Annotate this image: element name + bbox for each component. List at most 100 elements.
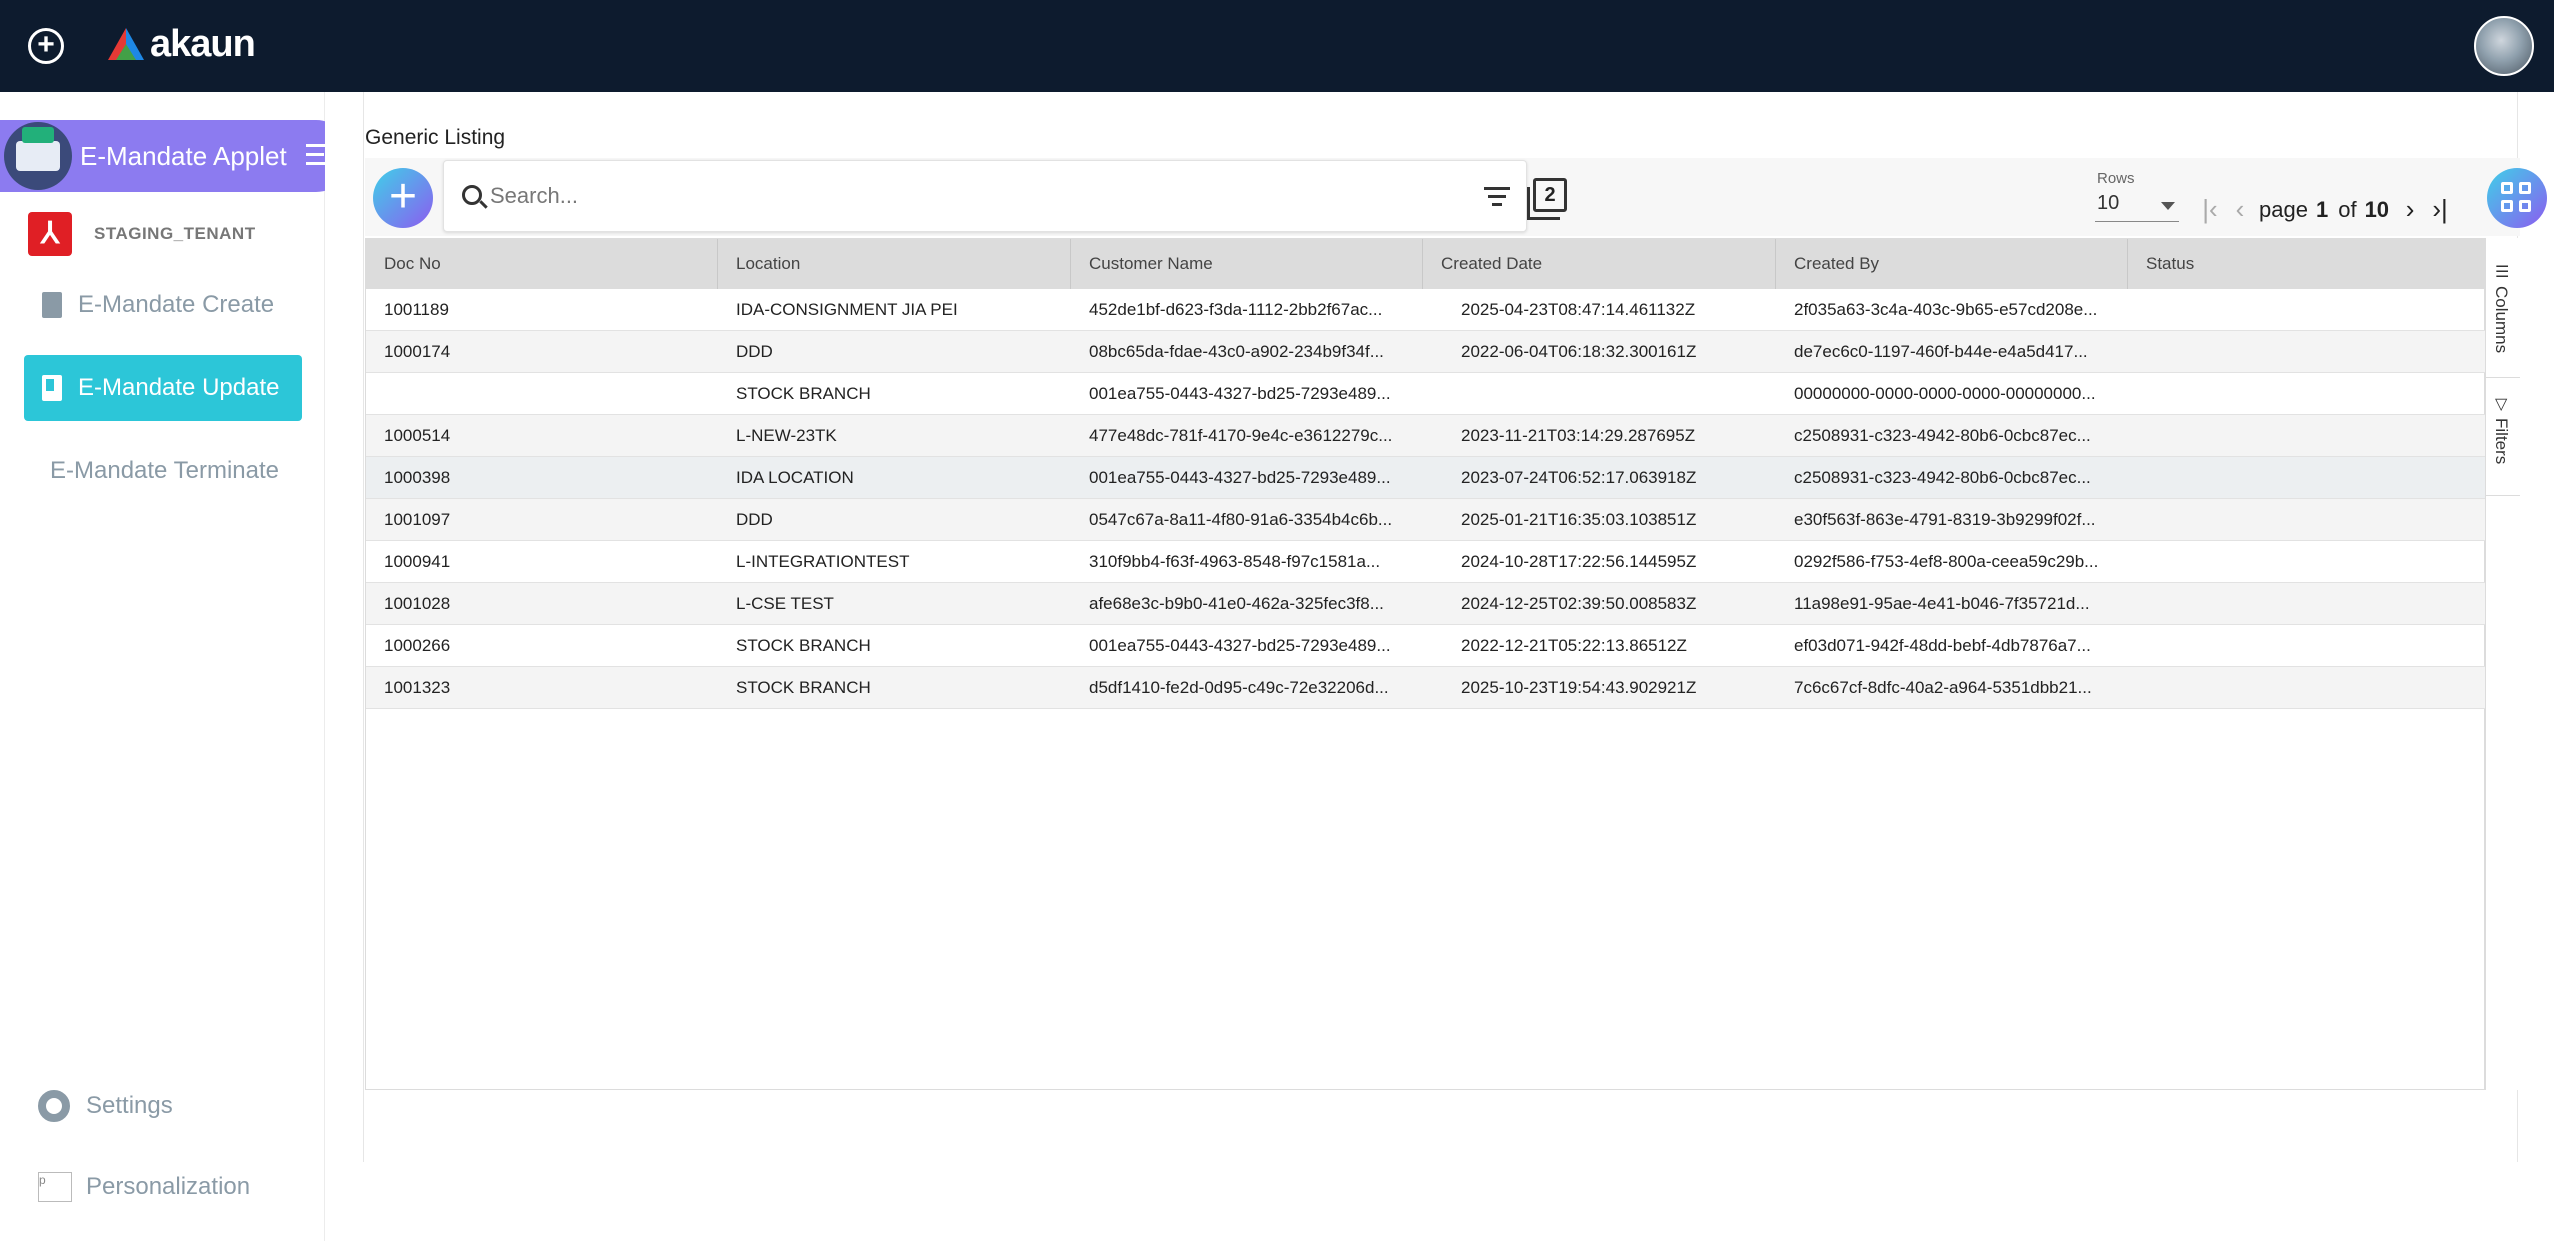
- next-page-icon[interactable]: ›: [2395, 194, 2425, 225]
- applet-icon: [4, 122, 72, 190]
- tenant-selector[interactable]: ⅄ STAGING_TENANT: [28, 212, 256, 256]
- table-cell: 1001028: [384, 594, 451, 613]
- applet-title: E-Mandate Applet: [80, 140, 287, 171]
- filter-icon[interactable]: [1484, 187, 1510, 207]
- side-panel-tabs: ☰ Columns ▽ Filters: [2485, 238, 2520, 1090]
- table-cell: 2022-06-04T06:18:32.300161Z: [1461, 342, 1697, 361]
- first-page-icon[interactable]: |‹: [2195, 194, 2225, 225]
- search-icon: [462, 185, 482, 205]
- table-cell: [2128, 583, 2486, 625]
- table-header: Doc No Location Customer Name Created Date C…: [366, 239, 2486, 289]
- total-pages: 10: [2364, 196, 2390, 222]
- sidebar-item-label: E-Mandate Create: [78, 291, 275, 318]
- table-row[interactable]: 1000174 DDD 08bc65da-fdae-43c0-a902-234b9f…: [366, 331, 2486, 373]
- sidebar-item-emandate-terminate[interactable]: E-Mandate Terminate: [24, 438, 302, 504]
- column-header[interactable]: Created By: [1776, 239, 2128, 289]
- table-row[interactable]: 1001323 STOCK BRANCH d5df1410-fe2d-0d95-c4…: [366, 667, 2486, 709]
- personalization-link[interactable]: p Personalization: [38, 1172, 250, 1202]
- akaun-logo[interactable]: akaun: [106, 22, 256, 66]
- table-cell: STOCK BRANCH: [736, 678, 871, 697]
- tab-filters-label: Filters: [2492, 418, 2511, 465]
- table-cell: c2508931-c323-4942-80b6-0cbc87ec...: [1794, 468, 2091, 487]
- applet-header: E-Mandate Applet: [0, 120, 352, 192]
- column-header[interactable]: Location: [718, 239, 1071, 289]
- table-cell: [2128, 373, 2486, 415]
- table-cell: 2022-12-21T05:22:13.86512Z: [1461, 636, 1687, 655]
- table-cell: 1000941: [384, 552, 451, 571]
- column-header[interactable]: Customer Name: [1071, 239, 1423, 289]
- logo-text: akaun: [150, 22, 256, 65]
- table-cell: [2128, 667, 2486, 709]
- pagination: |‹ ‹ page 1 of 10 › ›|: [2195, 194, 2455, 225]
- data-table: Doc No Location Customer Name Created Date C…: [365, 238, 2486, 1090]
- table-cell: de7ec6c0-1197-460f-b44e-e4a5d417...: [1794, 342, 2088, 361]
- table-row[interactable]: 1001097 DDD 0547c67a-8a11-4f80-91a6-3354b4…: [366, 499, 2486, 541]
- table-cell: DDD: [736, 342, 773, 361]
- table-cell: 1000266: [384, 636, 451, 655]
- table-cell: [1423, 373, 1776, 415]
- table-cell: L-NEW-23TK: [736, 426, 837, 445]
- add-circle-icon[interactable]: +: [28, 28, 64, 64]
- table-row[interactable]: 1001028 L-CSE TEST afe68e3c-b9b0-41e0-462a…: [366, 583, 2486, 625]
- table-cell: 1001189: [384, 300, 449, 319]
- copy-count-icon[interactable]: 2: [1527, 178, 1567, 220]
- table-cell: 1001097: [384, 510, 451, 529]
- grid-view-button[interactable]: [2487, 168, 2547, 228]
- table-row[interactable]: 1000941 L-INTEGRATIONTEST 310f9bb4-f63f-49…: [366, 541, 2486, 583]
- table-cell: c2508931-c323-4942-80b6-0cbc87ec...: [1794, 426, 2091, 445]
- table-cell: 2024-12-25T02:39:50.008583Z: [1461, 594, 1697, 613]
- user-avatar[interactable]: [2474, 16, 2534, 76]
- column-header[interactable]: Status: [2128, 239, 2486, 289]
- table-cell: 1001323: [384, 678, 451, 697]
- search-box: [443, 160, 1527, 232]
- table-cell: 001ea755-0443-4327-bd25-7293e489...: [1089, 384, 1391, 403]
- table-row[interactable]: 1001189 IDA-CONSIGNMENT JIA PEI 452de1bf-d…: [366, 289, 2486, 331]
- document-icon: [42, 375, 62, 401]
- table-cell: 2023-07-24T06:52:17.063918Z: [1461, 468, 1697, 487]
- table-cell: 1000514: [384, 426, 451, 445]
- page-word: page: [2259, 196, 2308, 222]
- table-cell: L-CSE TEST: [736, 594, 834, 613]
- table-cell: 001ea755-0443-4327-bd25-7293e489...: [1089, 636, 1391, 655]
- columns-icon: ☰: [2495, 264, 2510, 281]
- table-cell: STOCK BRANCH: [736, 384, 871, 403]
- filter-funnel-icon: ▽: [2495, 396, 2508, 413]
- sidebar-item-emandate-update[interactable]: E-Mandate Update: [24, 355, 302, 421]
- table-cell: d5df1410-fe2d-0d95-c49c-72e32206d...: [1089, 678, 1389, 697]
- tab-columns[interactable]: ☰ Columns: [2486, 258, 2520, 378]
- table-cell: 2024-10-28T17:22:56.144595Z: [1461, 552, 1697, 571]
- table-cell: 1000174: [384, 342, 451, 361]
- tenant-logo-icon: ⅄: [28, 212, 72, 256]
- tab-filters[interactable]: ▽ Filters: [2486, 388, 2520, 496]
- copy-count: 2: [1544, 184, 1556, 206]
- sidebar-item-label: E-Mandate Terminate: [50, 457, 280, 484]
- table-cell: 1000398: [384, 468, 451, 487]
- column-header[interactable]: Created Date: [1423, 239, 1776, 289]
- table-cell: [2128, 415, 2486, 457]
- sidebar-item-label: E-Mandate Update: [78, 374, 280, 401]
- table-row[interactable]: 1000266 STOCK BRANCH 001ea755-0443-4327-bd…: [366, 625, 2486, 667]
- sidebar-item-emandate-create[interactable]: E-Mandate Create: [24, 272, 302, 338]
- table-cell: 7c6c67cf-8dfc-40a2-a964-5351dbb21...: [1794, 678, 2092, 697]
- chevron-down-icon: [2161, 202, 2175, 210]
- table-cell: 00000000-0000-0000-0000-00000000...: [1794, 384, 2096, 403]
- table-cell: 2023-11-21T03:14:29.287695Z: [1461, 426, 1696, 445]
- table-row[interactable]: STOCK BRANCH 001ea755-0443-4327-bd25-7293…: [366, 373, 2486, 415]
- search-input[interactable]: [490, 179, 1390, 213]
- settings-link[interactable]: Settings: [38, 1090, 173, 1122]
- current-page: 1: [2315, 196, 2329, 222]
- table-cell: 2025-10-23T19:54:43.902921Z: [1461, 678, 1697, 697]
- add-button[interactable]: +: [373, 168, 433, 228]
- rows-per-page-select[interactable]: 10: [2095, 192, 2179, 222]
- table-cell: IDA-CONSIGNMENT JIA PEI: [736, 300, 958, 319]
- last-page-icon[interactable]: ›|: [2425, 194, 2455, 225]
- table-cell: 11a98e91-95ae-4e41-b046-7f35721d...: [1794, 594, 2090, 613]
- prev-page-icon[interactable]: ‹: [2225, 194, 2255, 225]
- table-cell: 001ea755-0443-4327-bd25-7293e489...: [1089, 468, 1391, 487]
- gear-icon: [38, 1090, 70, 1122]
- table-row[interactable]: 1000514 L-NEW-23TK 477e48dc-781f-4170-9e4c…: [366, 415, 2486, 457]
- table-cell: 0547c67a-8a11-4f80-91a6-3354b4c6b...: [1089, 510, 1393, 529]
- column-header[interactable]: Doc No: [366, 239, 718, 289]
- table-row[interactable]: 1000398 IDA LOCATION 001ea755-0443-4327-bd…: [366, 457, 2486, 499]
- table-cell: STOCK BRANCH: [736, 636, 871, 655]
